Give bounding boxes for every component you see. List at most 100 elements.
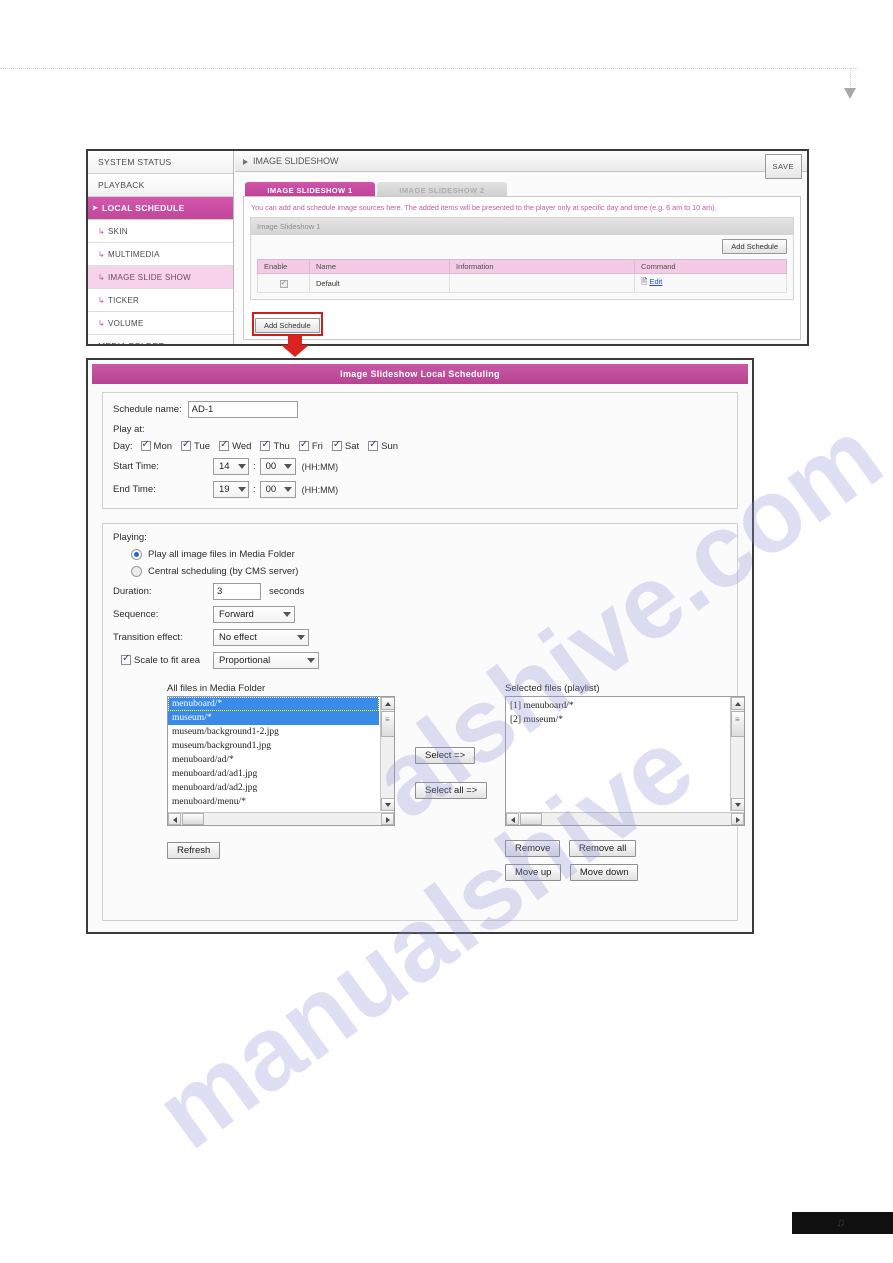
sidebar-item-local-schedule[interactable]: LOCAL SCHEDULE [88, 197, 233, 220]
day-checkbox-sat[interactable]: Sat [331, 439, 359, 452]
sidebar-item-multimedia[interactable]: MULTIMEDIA [88, 243, 233, 266]
page-title: IMAGE SLIDESHOW [253, 156, 339, 166]
scroll-left-arrow-icon[interactable] [506, 813, 519, 825]
image-slideshow-settings-screenshot: SYSTEM STATUS PLAYBACK LOCAL SCHEDULE SK… [86, 149, 809, 346]
panel1-content: IMAGE SLIDESHOW SAVE IMAGE SLIDESHOW 1 IM… [235, 151, 807, 344]
scroll-thumb[interactable] [381, 711, 394, 737]
schedule-name-input[interactable] [187, 401, 298, 418]
all-files-horizontal-scrollbar[interactable] [168, 812, 394, 825]
add-schedule-button-bottom[interactable]: Add Schedule [255, 318, 320, 333]
chevron-down-icon [297, 635, 305, 640]
checkbox-icon[interactable] [181, 439, 192, 452]
add-schedule-button-top[interactable]: Add Schedule [722, 239, 787, 254]
scroll-up-arrow-icon[interactable] [381, 697, 394, 710]
list-item[interactable]: menuboard/menu/* [168, 795, 379, 809]
list-item[interactable]: museum/background1-2.jpg [168, 725, 379, 739]
scroll-right-arrow-icon[interactable] [731, 813, 744, 825]
start-time-row: Start Time: 14 : 00 (HH:MM) [113, 458, 727, 475]
transition-select[interactable]: No effect [213, 629, 309, 646]
sidebar-item-ticker[interactable]: TICKER [88, 289, 233, 312]
checkbox-icon[interactable] [219, 439, 230, 452]
move-up-button[interactable]: Move up [505, 864, 562, 881]
schedule-fieldset: Schedule name: Play at: Day: Mon Tue Wed… [102, 392, 738, 509]
sidebar-item-skin[interactable]: SKIN [88, 220, 233, 243]
scale-row: Scale to fit area Proportional [113, 652, 727, 669]
checkbox-icon[interactable] [331, 439, 342, 452]
remove-button[interactable]: Remove [505, 840, 561, 857]
list-item[interactable]: [1] menuboard/* [506, 699, 729, 713]
checkbox-icon[interactable] [298, 439, 309, 452]
enable-checkbox[interactable] [279, 278, 288, 288]
instruction-text: You can add and schedule image sources h… [251, 203, 717, 212]
edit-link[interactable]: Edit [649, 277, 662, 286]
scroll-thumb[interactable] [731, 711, 744, 737]
selected-files-label: Selected files (playlist) [505, 683, 600, 694]
schedule-name-row: Schedule name: [113, 401, 727, 418]
list-item[interactable]: menuboard/ad/ad1.jpg [168, 767, 379, 781]
checkbox-icon[interactable] [260, 439, 271, 452]
radio-selected-icon[interactable] [131, 549, 142, 560]
scroll-left-arrow-icon[interactable] [168, 813, 181, 825]
selected-files-vertical-scrollbar[interactable] [730, 697, 744, 811]
time-colon: : [253, 484, 256, 495]
scroll-down-arrow-icon[interactable] [731, 798, 744, 811]
list-item[interactable]: museum/background1.jpg [168, 739, 379, 753]
day-checkbox-mon[interactable]: Mon [140, 439, 172, 452]
list-item[interactable]: menuboard/ad/ad2.jpg [168, 781, 379, 795]
radio-unselected-icon[interactable] [131, 566, 142, 577]
footer-mark-icon: ♫ [836, 1215, 845, 1229]
selected-files-listbox[interactable]: [1] menuboard/* [2] museum/* [505, 696, 745, 826]
refresh-button[interactable]: Refresh [167, 842, 221, 859]
save-button[interactable]: SAVE [764, 154, 802, 179]
radio-media-folder-label: Play all image files in Media Folder [148, 549, 295, 560]
day-checkbox-tue[interactable]: Tue [181, 439, 210, 452]
end-minute-select[interactable]: 00 [259, 481, 296, 498]
sequence-select[interactable]: Forward [213, 606, 295, 623]
list-item[interactable]: menuboard/ad/* [168, 753, 379, 767]
sidebar-item-label: SKIN [108, 227, 128, 236]
select-button[interactable]: Select => [415, 747, 476, 764]
scroll-up-arrow-icon[interactable] [731, 697, 744, 710]
sidebar-item-media-folder[interactable]: MEDIA FOLDER [88, 335, 233, 344]
select-all-button[interactable]: Select all => [415, 782, 488, 799]
refresh-button-wrap: Refresh [167, 840, 395, 859]
sidebar-item-playback[interactable]: PLAYBACK [88, 174, 233, 197]
scale-checkbox-wrap[interactable]: Scale to fit area [113, 653, 213, 666]
all-files-listbox[interactable]: menuboard/* museum/* museum/background1-… [167, 696, 395, 826]
sidebar-item-system-status[interactable]: SYSTEM STATUS [88, 151, 233, 174]
sequence-row: Sequence: Forward [113, 606, 727, 623]
remove-all-button[interactable]: Remove all [568, 840, 637, 857]
scroll-thumb[interactable] [520, 813, 542, 825]
scale-mode-select[interactable]: Proportional [213, 652, 319, 669]
chevron-down-icon [284, 487, 293, 492]
start-hour-select[interactable]: 14 [213, 458, 249, 475]
move-down-button[interactable]: Move down [569, 864, 639, 881]
list-item[interactable]: [2] museum/* [506, 713, 729, 727]
duration-input[interactable] [213, 583, 261, 600]
end-hour-select[interactable]: 19 [213, 481, 249, 498]
table-row: Default 🖹Edit [257, 273, 787, 293]
start-minute-select[interactable]: 00 [259, 458, 296, 475]
scroll-down-arrow-icon[interactable] [381, 798, 394, 811]
triangle-right-icon [243, 158, 248, 165]
day-checkbox-sun[interactable]: Sun [368, 439, 398, 452]
checkbox-icon[interactable] [368, 439, 379, 452]
day-checkbox-fri[interactable]: Fri [298, 439, 323, 452]
sidebar-item-image-slide-show[interactable]: IMAGE SLIDE SHOW [88, 266, 233, 289]
checkbox-icon[interactable] [140, 439, 151, 452]
day-checkbox-thu[interactable]: Thu [260, 439, 290, 452]
sidebar-item-volume[interactable]: VOLUME [88, 312, 233, 335]
day-checkbox-wed[interactable]: Wed [219, 439, 251, 452]
list-item[interactable]: museum/* [168, 711, 379, 725]
selected-files-horizontal-scrollbar[interactable] [506, 812, 744, 825]
slideshow-group-title: Image Slideshow 1 [251, 218, 793, 235]
list-item[interactable]: menuboard/* [168, 697, 379, 711]
scroll-right-arrow-icon[interactable] [381, 813, 394, 825]
scroll-thumb[interactable] [182, 813, 204, 825]
all-files-vertical-scrollbar[interactable] [380, 697, 394, 811]
radio-media-folder-row[interactable]: Play all image files in Media Folder [113, 549, 727, 560]
scale-to-fit-checkbox[interactable] [121, 653, 131, 666]
radio-central-scheduling-row[interactable]: Central scheduling (by CMS server) [113, 566, 727, 577]
cell-enable[interactable] [257, 273, 310, 293]
playing-fieldset: Playing: Play all image files in Media F… [102, 523, 745, 921]
